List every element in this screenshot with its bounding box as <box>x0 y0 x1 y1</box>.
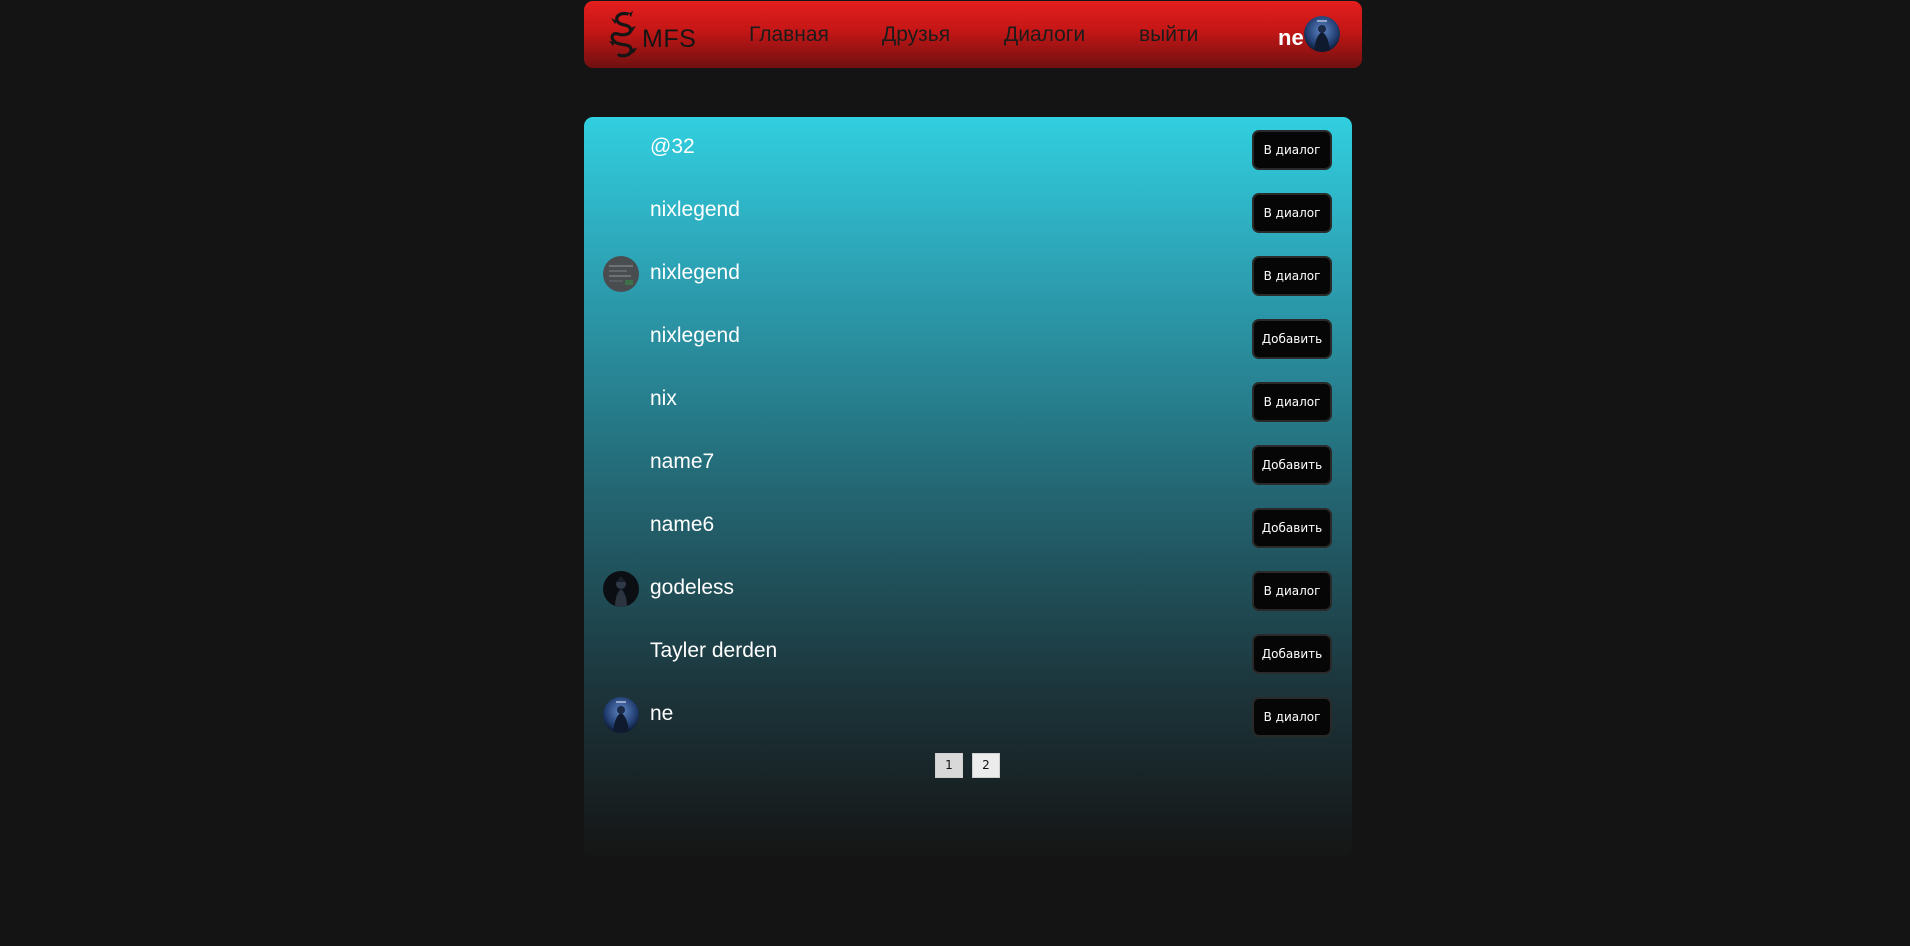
list-item: nixlegend Добавить <box>584 306 1352 369</box>
list-item: nixlegend В диалог <box>584 180 1352 243</box>
add-friend-button[interactable]: Добавить <box>1252 445 1332 485</box>
page-button-1[interactable]: 1 <box>935 753 963 778</box>
dialog-button[interactable]: В диалог <box>1252 697 1332 737</box>
logo[interactable]: MFS <box>606 10 696 62</box>
add-friend-button[interactable]: Добавить <box>1252 508 1332 548</box>
list-item: nixlegend В диалог <box>584 243 1352 306</box>
logo-text: MFS <box>642 24 697 53</box>
list-item: name7 Добавить <box>584 432 1352 495</box>
dialog-button[interactable]: В диалог <box>1252 130 1332 170</box>
top-navbar: MFS Главная Друзья Диалоги выйти ne <box>584 1 1362 68</box>
user-name-link[interactable]: name6 <box>650 513 714 537</box>
avatar-image-icon <box>603 697 639 733</box>
nav-logout-link[interactable]: выйти <box>1139 23 1198 47</box>
dialog-button[interactable]: В диалог <box>1252 571 1332 611</box>
user-avatar[interactable] <box>603 256 639 292</box>
user-name-link[interactable]: godeless <box>650 576 734 600</box>
list-item: ne В диалог <box>584 684 1352 747</box>
add-friend-button[interactable]: Добавить <box>1252 634 1332 674</box>
current-user-avatar[interactable] <box>1304 16 1340 52</box>
list-item: @32 В диалог <box>584 117 1352 180</box>
avatar-image-icon <box>603 256 639 292</box>
list-item: name6 Добавить <box>584 495 1352 558</box>
user-name-link[interactable]: @32 <box>650 135 695 159</box>
nav-friends-link[interactable]: Друзья <box>882 23 950 47</box>
user-avatar[interactable] <box>603 697 639 733</box>
users-list-panel: @32 В диалог nixlegend В диалог nixlegen… <box>584 117 1352 857</box>
nav-dialogs-link[interactable]: Диалоги <box>1004 23 1085 47</box>
user-name-link[interactable]: name7 <box>650 450 714 474</box>
user-name-link[interactable]: nixlegend <box>650 198 740 222</box>
avatar-image-icon <box>603 571 639 607</box>
current-user-name[interactable]: ne <box>1278 25 1304 51</box>
user-name-link[interactable]: nix <box>650 387 677 411</box>
list-item: godeless В диалог <box>584 558 1352 621</box>
user-name-link[interactable]: Tayler derden <box>650 639 777 663</box>
user-name-link[interactable]: nixlegend <box>650 261 740 285</box>
user-avatar-image-icon <box>1304 16 1340 52</box>
add-friend-button[interactable]: Добавить <box>1252 319 1332 359</box>
dragon-logo-icon <box>609 11 637 58</box>
user-name-link[interactable]: ne <box>650 702 673 726</box>
dialog-button[interactable]: В диалог <box>1252 382 1332 422</box>
user-avatar[interactable] <box>603 571 639 607</box>
dialog-button[interactable]: В диалог <box>1252 193 1332 233</box>
nav-home-link[interactable]: Главная <box>749 23 829 47</box>
page-button-2[interactable]: 2 <box>972 753 1000 778</box>
list-item: Tayler derden Добавить <box>584 621 1352 684</box>
user-name-link[interactable]: nixlegend <box>650 324 740 348</box>
pagination: 1 2 <box>935 753 1000 778</box>
list-item: nix В диалог <box>584 369 1352 432</box>
dialog-button[interactable]: В диалог <box>1252 256 1332 296</box>
